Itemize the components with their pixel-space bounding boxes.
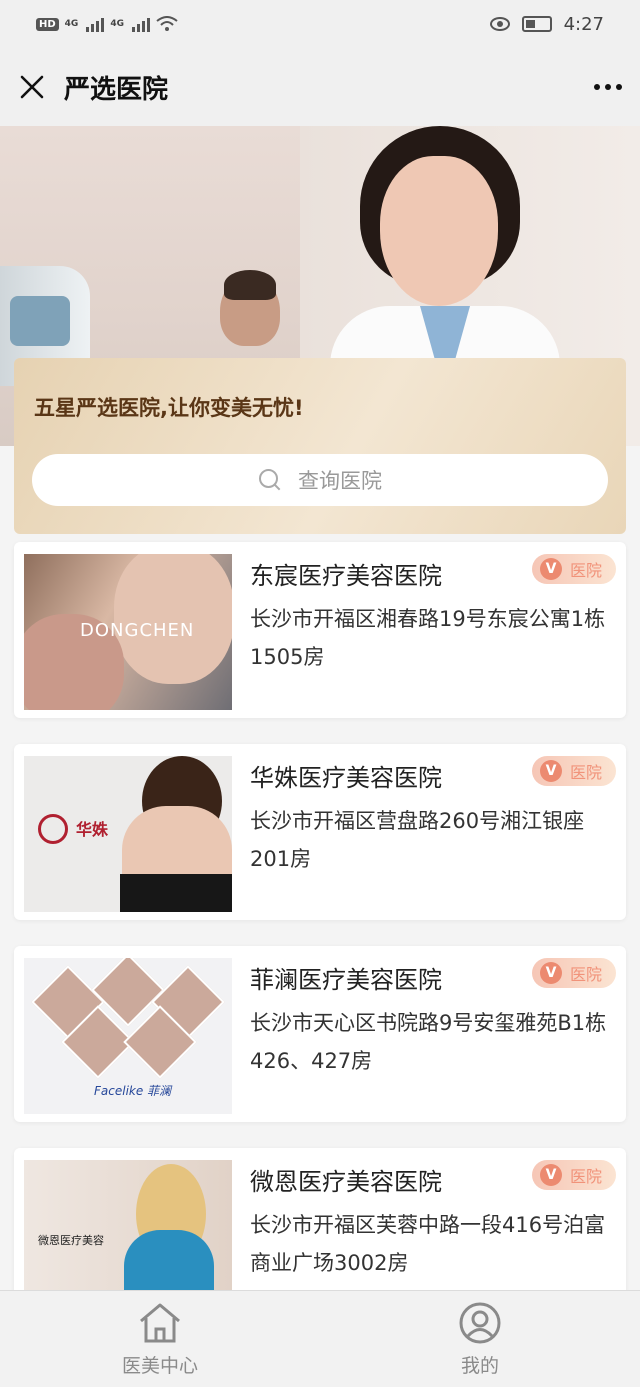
battery-icon: [521, 16, 552, 32]
hospital-name: 菲澜医疗美容医院: [250, 966, 442, 994]
search-panel: 五星严选医院,让你变美无忧! 查询医院: [14, 358, 626, 534]
thumb-logo-text: 华姝: [76, 820, 109, 839]
hospital-address: 长沙市开福区营盘路260号湘江银座201房: [250, 809, 585, 871]
more-button[interactable]: [576, 48, 640, 126]
clock: 4:27: [563, 13, 604, 35]
user-icon: [459, 1302, 501, 1343]
more-dot-icon: [605, 84, 611, 90]
badge-label: 医院: [569, 965, 602, 984]
wifi-icon: [156, 16, 178, 31]
hero-patient-image: [220, 270, 280, 346]
hospital-thumbnail: DONGCHEN: [24, 554, 232, 710]
more-dot-icon: [594, 84, 600, 90]
tab-home[interactable]: 医美中心: [0, 1291, 320, 1387]
hospital-thumbnail: Facelike 菲澜: [24, 958, 232, 1114]
eye-icon: [489, 17, 510, 31]
tab-profile[interactable]: 我的: [320, 1291, 640, 1387]
hospital-card[interactable]: 华姝 华姝医疗美容医院 长沙市开福区营盘路260号湘江银座201房 V 医院: [14, 744, 626, 920]
thumb-logo-text: DONGCHEN: [80, 620, 195, 641]
hospital-name: 华姝医疗美容医院: [250, 764, 442, 792]
status-left: HD 4G 4G: [36, 16, 178, 32]
hospital-badge: V 医院: [531, 756, 616, 786]
home-icon: [140, 1303, 180, 1342]
search-input[interactable]: 查询医院: [32, 454, 608, 506]
signal-icon-2: [131, 16, 150, 32]
hospital-thumbnail: 华姝: [24, 756, 232, 912]
hero-doctor-face: [380, 156, 498, 306]
signal-icon: [86, 16, 105, 32]
hospital-address: 长沙市开福区芙蓉中路一段416号泊富商业广场3002房: [250, 1213, 606, 1275]
verified-icon: V: [539, 760, 562, 782]
more-dot-icon: [616, 84, 622, 90]
hospital-badge: V 医院: [531, 958, 616, 988]
hospital-card[interactable]: Facelike 菲澜 菲澜医疗美容医院 长沙市天心区书院路9号安玺雅苑B1栋4…: [14, 946, 626, 1122]
hospital-badge: V 医院: [531, 554, 616, 584]
page-title: 严选医院: [64, 74, 169, 105]
close-icon: [20, 75, 44, 99]
network-label: 4G: [64, 18, 79, 29]
hospital-address: 长沙市天心区书院路9号安玺雅苑B1栋426、427房: [250, 1011, 607, 1073]
hospital-name: 微恩医疗美容医院: [250, 1168, 442, 1196]
badge-label: 医院: [569, 763, 602, 782]
status-right: 4:27: [489, 13, 604, 35]
hd-badge: HD: [36, 17, 59, 31]
tab-label: 医美中心: [121, 1354, 198, 1377]
bottom-tab-bar: 医美中心 我的: [0, 1290, 640, 1387]
badge-label: 医院: [569, 1167, 602, 1186]
slogan: 五星严选医院,让你变美无忧!: [34, 396, 304, 420]
hospital-card[interactable]: DONGCHEN 东宸医疗美容医院 长沙市开福区湘春路19号东宸公寓1栋1505…: [14, 542, 626, 718]
thumb-dress: [120, 874, 232, 912]
close-button[interactable]: [0, 48, 64, 126]
network-label-2: 4G: [110, 18, 124, 29]
tab-label: 我的: [460, 1354, 499, 1377]
verified-icon: V: [539, 1164, 562, 1186]
status-bar: HD 4G 4G 4:27: [0, 0, 640, 48]
search-icon: [258, 468, 282, 492]
verified-icon: V: [539, 558, 562, 580]
nav-bar: 严选医院: [0, 48, 640, 126]
thumb-logo-text: 微恩医疗美容: [38, 1234, 104, 1247]
verified-icon: V: [539, 962, 562, 984]
hospital-badge: V 医院: [531, 1160, 616, 1190]
thumb-face: [114, 554, 232, 684]
thumb-logo-text: Facelike 菲澜: [94, 1084, 172, 1098]
badge-label: 医院: [569, 561, 602, 580]
hospital-address: 长沙市开福区湘春路19号东宸公寓1栋1505房: [250, 607, 606, 669]
brand-logo-icon: [38, 814, 68, 844]
search-placeholder: 查询医院: [298, 469, 382, 493]
hospital-name: 东宸医疗美容医院: [250, 562, 442, 590]
